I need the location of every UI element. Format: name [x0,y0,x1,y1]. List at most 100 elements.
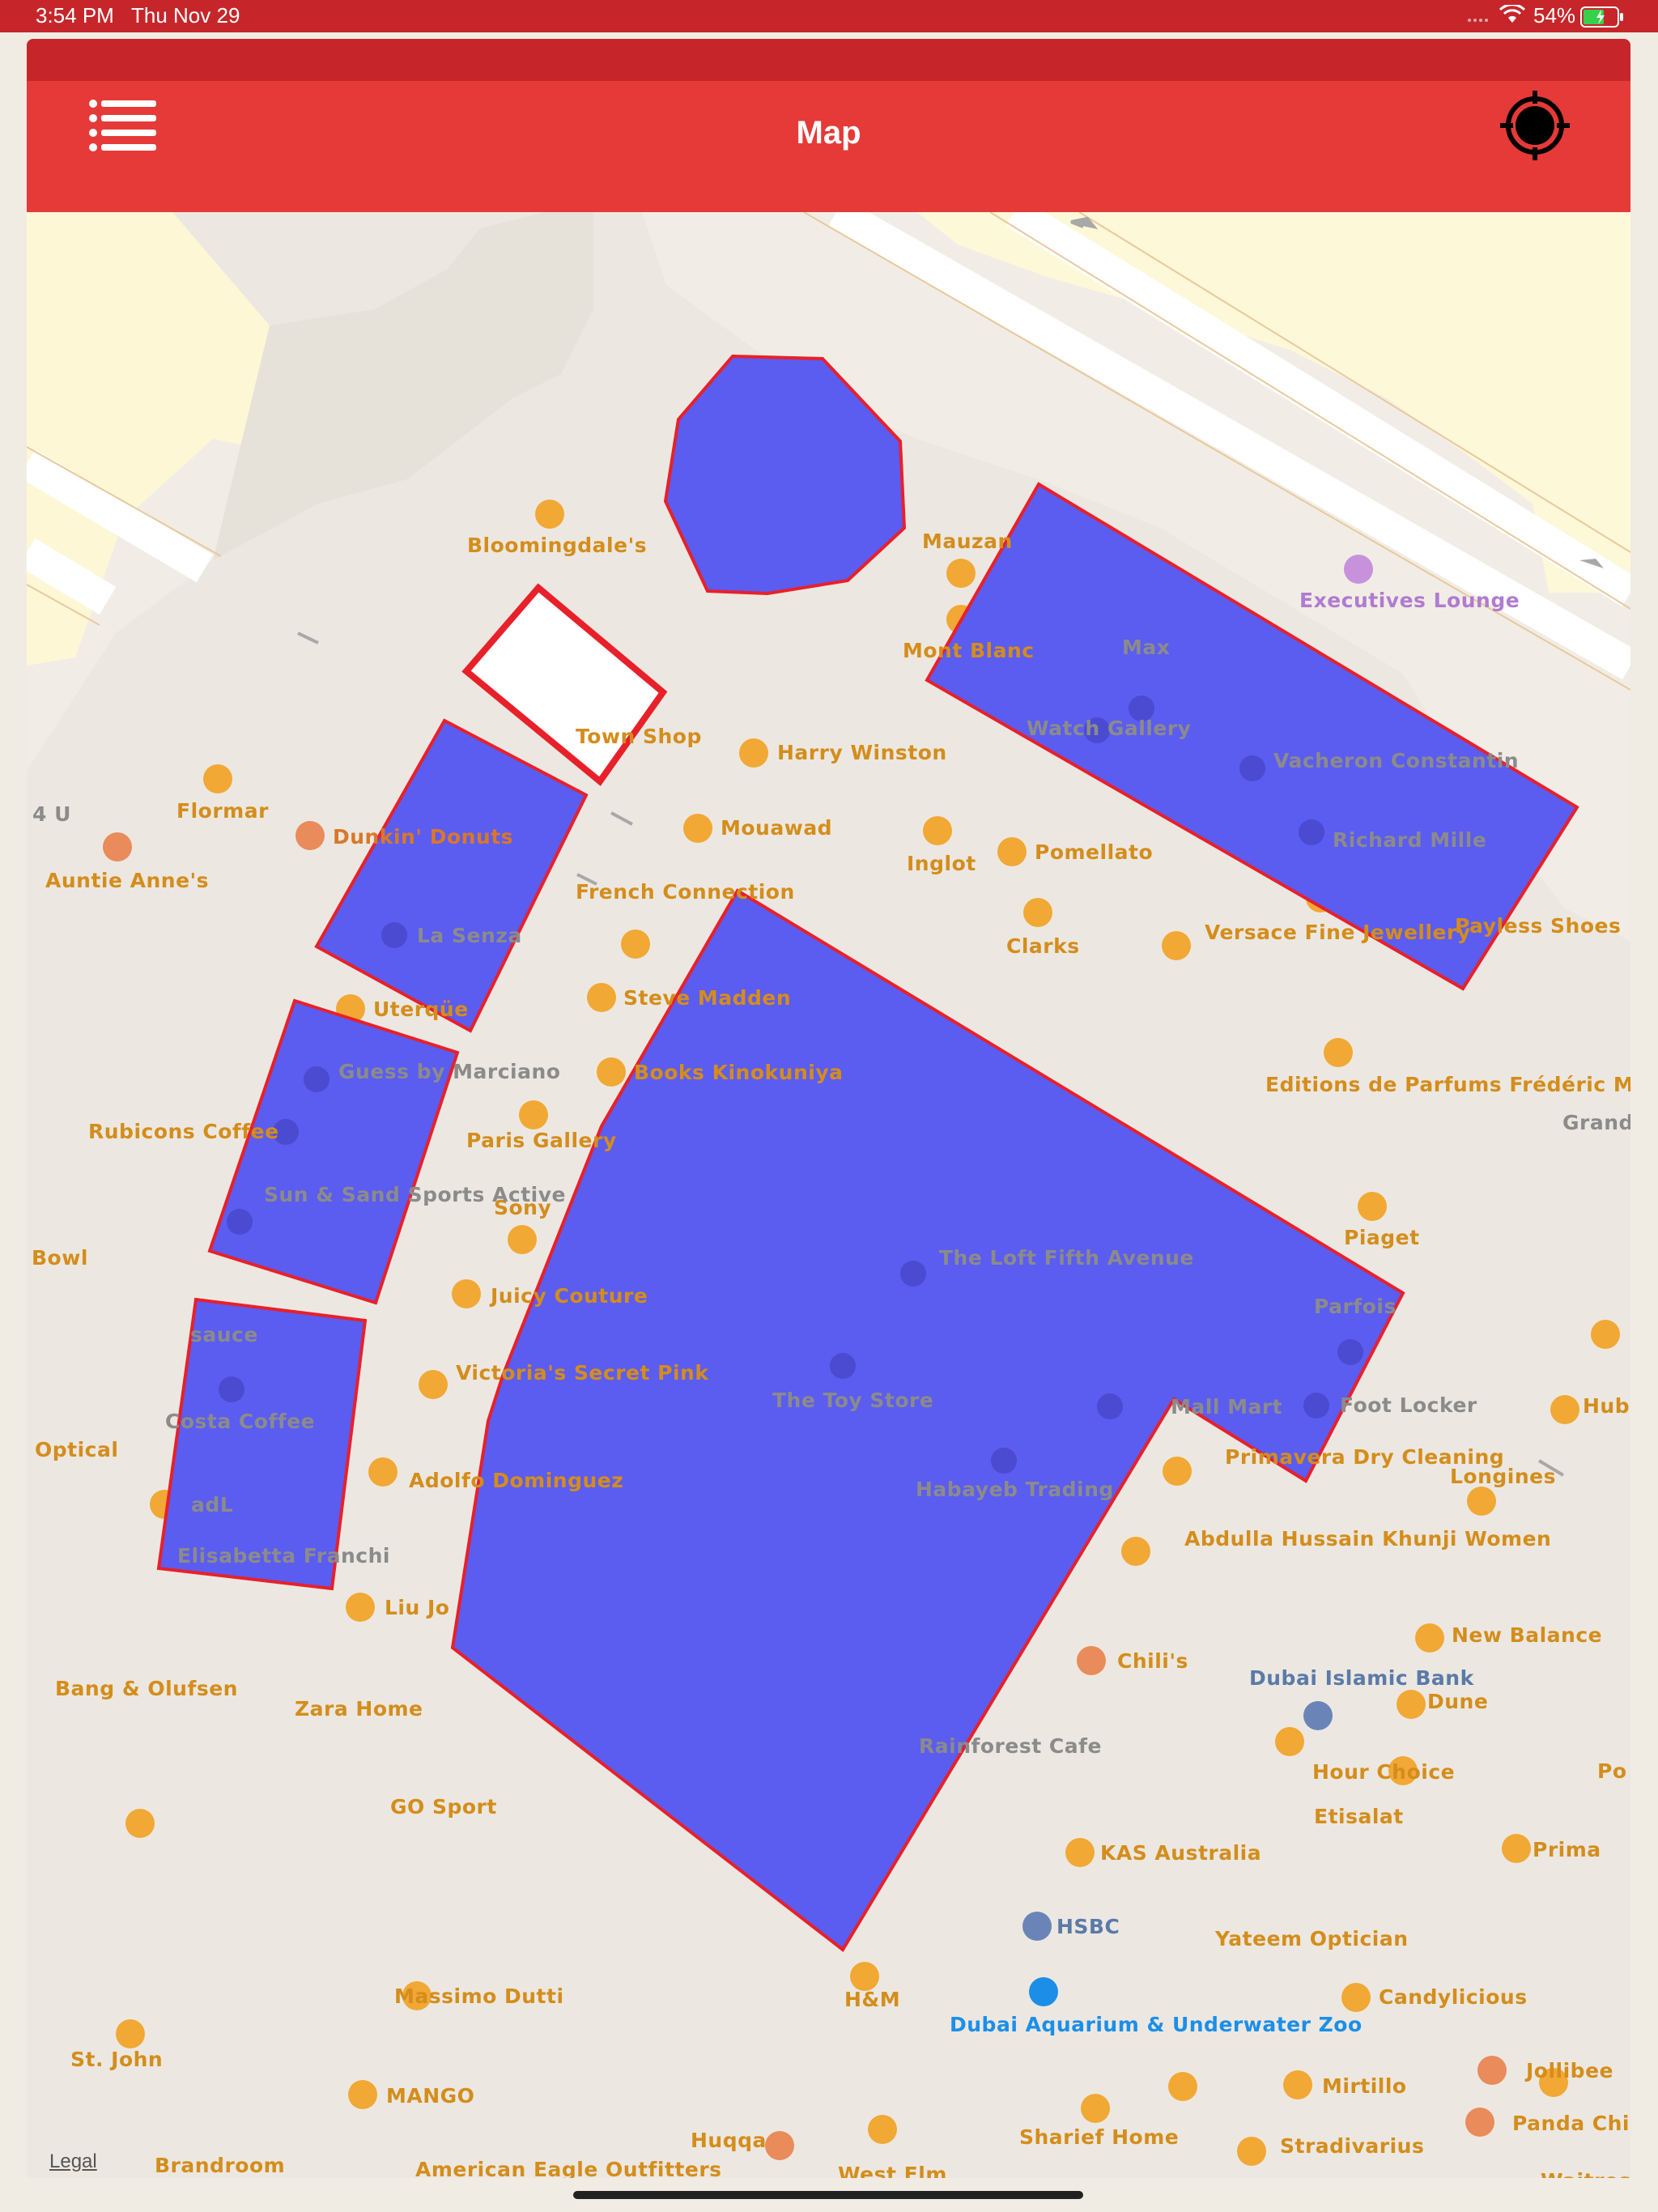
map-label: West Elm [838,2163,947,2178]
map-label: Inglot [907,852,976,875]
map-label: sauce [190,1323,258,1346]
map-label: Piaget [1344,1226,1420,1249]
map-label: Mont Blanc [903,639,1035,662]
map-label: Dune [1427,1690,1488,1713]
map-label: Massimo Dutti [394,1984,564,2008]
map-label: Habayeb Trading [916,1478,1114,1501]
map-label: Books Kinokuniya [634,1061,844,1084]
map-label: St. John [70,2048,163,2071]
map-label: American Eagle Outfitters [415,2158,722,2178]
map-label: Uterqüe [373,998,469,1021]
map-label: Dubai Aquarium & Underwater Zoo [950,2013,1363,2036]
map-label: Bowl [32,1246,88,1270]
map-label: Zara Home [295,1697,423,1721]
status-time: 3:54 PM [36,3,114,28]
map-label: Costa Coffee [165,1410,315,1433]
wifi-icon [1499,3,1526,28]
map-label: Harry Winston [777,741,947,764]
map-label: Mauzan [922,530,1013,553]
map-label: Foot Locker [1340,1393,1477,1417]
map-label: Waitrose [1541,2169,1630,2178]
map-label: Elisabetta Franchi [177,1544,390,1568]
map-label: New Balance [1452,1623,1602,1647]
map-label: Watch Gallery [1027,717,1191,740]
crosshair-icon [1500,91,1570,160]
map-label: adL [191,1493,233,1516]
map-label: Versace Fine Jewellery [1205,921,1471,944]
map-label: Sun & Sand Sports Active [264,1183,566,1206]
home-indicator[interactable] [573,2191,1083,2199]
list-icon [89,100,156,151]
app-window: Map Bloomingdale's Mauzan Mont Blanc Max… [27,39,1630,2178]
map-label: Jollibee [1524,2059,1613,2082]
map-label: Dunkin' Donuts [333,825,513,849]
status-bar: 3:54 PM Thu Nov 29 54% [0,0,1658,32]
map-label: Brandroom [155,2154,285,2177]
map-label: Guess by Marciano [338,1060,560,1083]
map-label: Mall Mart [1171,1395,1282,1419]
map-label: Hour Choice [1312,1760,1455,1784]
map-label: Panda Chine [1512,2112,1630,2135]
map-label: The Toy Store [772,1389,933,1412]
map-label: French Connection [576,880,795,904]
map-label: H&M [844,1988,900,2011]
map-label: Steve Madden [623,986,791,1010]
map-label: Parfois [1314,1295,1397,1318]
map-label: Rainforest Cafe [919,1734,1102,1758]
map-view[interactable]: Bloomingdale's Mauzan Mont Blanc Max Exe… [27,212,1630,2178]
map-label: Auntie Anne's [45,869,209,892]
map-label: Candylicious [1379,1985,1528,2009]
map-label: HSBC [1056,1915,1120,1938]
map-label: Editions de Parfums Frédéric Malle [1265,1073,1630,1096]
map-label: Grand [1562,1111,1630,1134]
map-label: Stradivarius [1280,2134,1424,2158]
map-label: Dubai Islamic Bank [1249,1666,1475,1690]
locate-button[interactable] [1499,89,1571,162]
map-label: Paris Gallery [466,1129,617,1152]
map-label: GO Sport [390,1795,497,1819]
map-label: Juicy Couture [489,1284,648,1308]
legal-link[interactable]: Legal [49,2150,97,2173]
map-label: Bloomingdale's [467,534,647,557]
map-label: Executives Lounge [1299,589,1520,612]
map-label: Liu Jo [385,1596,449,1619]
map-label: Adolfo Dominguez [409,1469,623,1492]
map-label: MANGO [386,2084,474,2108]
map-label: Pomellato [1035,840,1153,864]
map-label: Yateem Optician [1214,1927,1409,1950]
page-title: Map [796,115,861,151]
map-label: 4 U [32,802,71,826]
map-label: Payless Shoes [1455,914,1621,938]
map-label: Richard Mille [1333,828,1486,852]
map-label: Huqqa [691,2129,767,2152]
signal-icon [1467,13,1496,28]
map-label: Clarks [1006,934,1080,958]
map-label: Max [1122,636,1170,659]
map-label: KAS Australia [1100,1841,1261,1865]
map-label: Sharief Home [1019,2125,1179,2149]
battery-icon [1580,6,1624,32]
map-label: The Loft Fifth Avenue [939,1246,1194,1270]
map-label: ire [27,2177,58,2178]
battery-percent: 54% [1533,3,1576,28]
map-label: Po [1597,1759,1627,1783]
status-date: Thu Nov 29 [131,3,240,28]
map-label: Mouawad [721,816,832,840]
map-label: Town Shop [576,725,702,748]
map-label: Longines [1450,1465,1556,1488]
map-label: Abdulla Hussain Khunji Women [1184,1527,1551,1551]
map-label: Rubicons Coffee [88,1120,279,1143]
map-label: Mirtillo [1322,2074,1407,2098]
map-label: La Senza [417,924,522,947]
map-label: Bang & Olufsen [55,1677,238,1700]
map-label: Prima [1533,1838,1601,1861]
map-label: Optical [35,1438,118,1461]
map-label: Flormar [176,799,269,823]
map-label: Chili's [1117,1649,1188,1673]
map-label: Hubl [1583,1394,1630,1418]
map-label: Etisalat [1314,1805,1404,1828]
map-label: Victoria's Secret Pink [456,1361,709,1385]
menu-button[interactable] [88,97,158,152]
map-label: Vacheron Constantin [1273,749,1519,772]
top-band [27,39,1630,81]
